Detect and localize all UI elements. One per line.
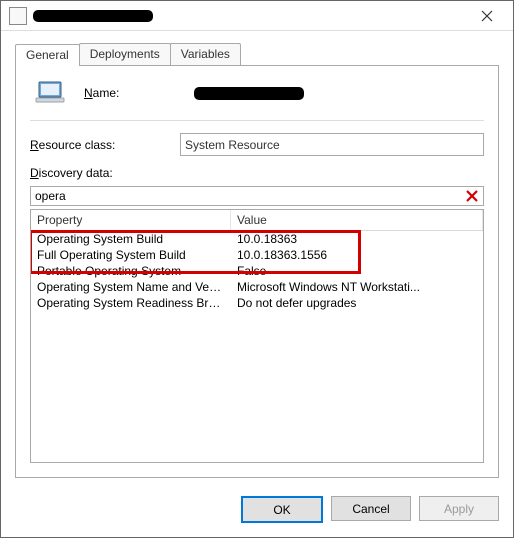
close-icon	[481, 10, 493, 22]
tab-general[interactable]: General	[15, 44, 80, 66]
cell-property: Portable Operating System	[31, 263, 231, 279]
resource-class-value: System Resource	[180, 133, 484, 156]
apply-button: Apply	[419, 496, 499, 521]
discovery-label: Discovery data:	[30, 166, 484, 180]
name-label: NName:ame:	[84, 86, 194, 100]
table-row[interactable]: Operating System Readiness Bran... Do no…	[31, 295, 483, 311]
column-value[interactable]: Value	[231, 210, 483, 230]
cell-property: Full Operating System Build	[31, 247, 231, 263]
close-button[interactable]	[467, 4, 507, 28]
cancel-button[interactable]: Cancel	[331, 496, 411, 521]
dialog-buttons: OK Cancel Apply	[1, 486, 513, 537]
cell-value: Do not defer upgrades	[231, 295, 483, 311]
titlebar	[1, 1, 513, 31]
cell-value: Microsoft Windows NT Workstati...	[231, 279, 483, 295]
resource-class-label: Resource class:	[30, 138, 180, 152]
window-title	[33, 10, 153, 22]
table-body: Operating System Build 10.0.18363 Full O…	[31, 231, 483, 462]
cell-value: 10.0.18363.1556	[231, 247, 483, 263]
properties-window: General Deployments Variables NName:ame:	[0, 0, 514, 538]
tabs: General Deployments Variables	[15, 43, 499, 65]
cell-property: Operating System Build	[31, 231, 231, 247]
cell-value: 10.0.18363	[231, 231, 483, 247]
cell-property: Operating System Readiness Bran...	[31, 295, 231, 311]
tab-deployments[interactable]: Deployments	[79, 43, 171, 65]
computer-icon	[34, 80, 68, 106]
table-row[interactable]: Full Operating System Build 10.0.18363.1…	[31, 247, 483, 263]
tab-variables[interactable]: Variables	[170, 43, 241, 65]
table-header: Property Value	[31, 210, 483, 231]
table-row[interactable]: Operating System Build 10.0.18363	[31, 231, 483, 247]
table-row[interactable]: Operating System Name and Versi... Micro…	[31, 279, 483, 295]
tabpanel-general: NName:ame: Resource class: System Resour…	[15, 65, 499, 478]
search-row	[30, 186, 484, 206]
separator	[30, 120, 484, 121]
name-value	[194, 87, 304, 100]
cell-property: Operating System Name and Versi...	[31, 279, 231, 295]
clear-search-button[interactable]	[461, 187, 483, 205]
search-input[interactable]	[31, 187, 461, 205]
ok-button[interactable]: OK	[241, 496, 323, 523]
column-property[interactable]: Property	[31, 210, 231, 230]
discovery-table: Property Value Operating System Build 10…	[30, 209, 484, 463]
content-area: General Deployments Variables NName:ame:	[1, 31, 513, 486]
cell-value: False	[231, 263, 483, 279]
table-row[interactable]: Portable Operating System False	[31, 263, 483, 279]
header-row: NName:ame:	[30, 80, 484, 106]
clear-icon	[465, 189, 479, 203]
window-icon	[9, 7, 27, 25]
resource-class-row: Resource class: System Resource	[30, 133, 484, 156]
